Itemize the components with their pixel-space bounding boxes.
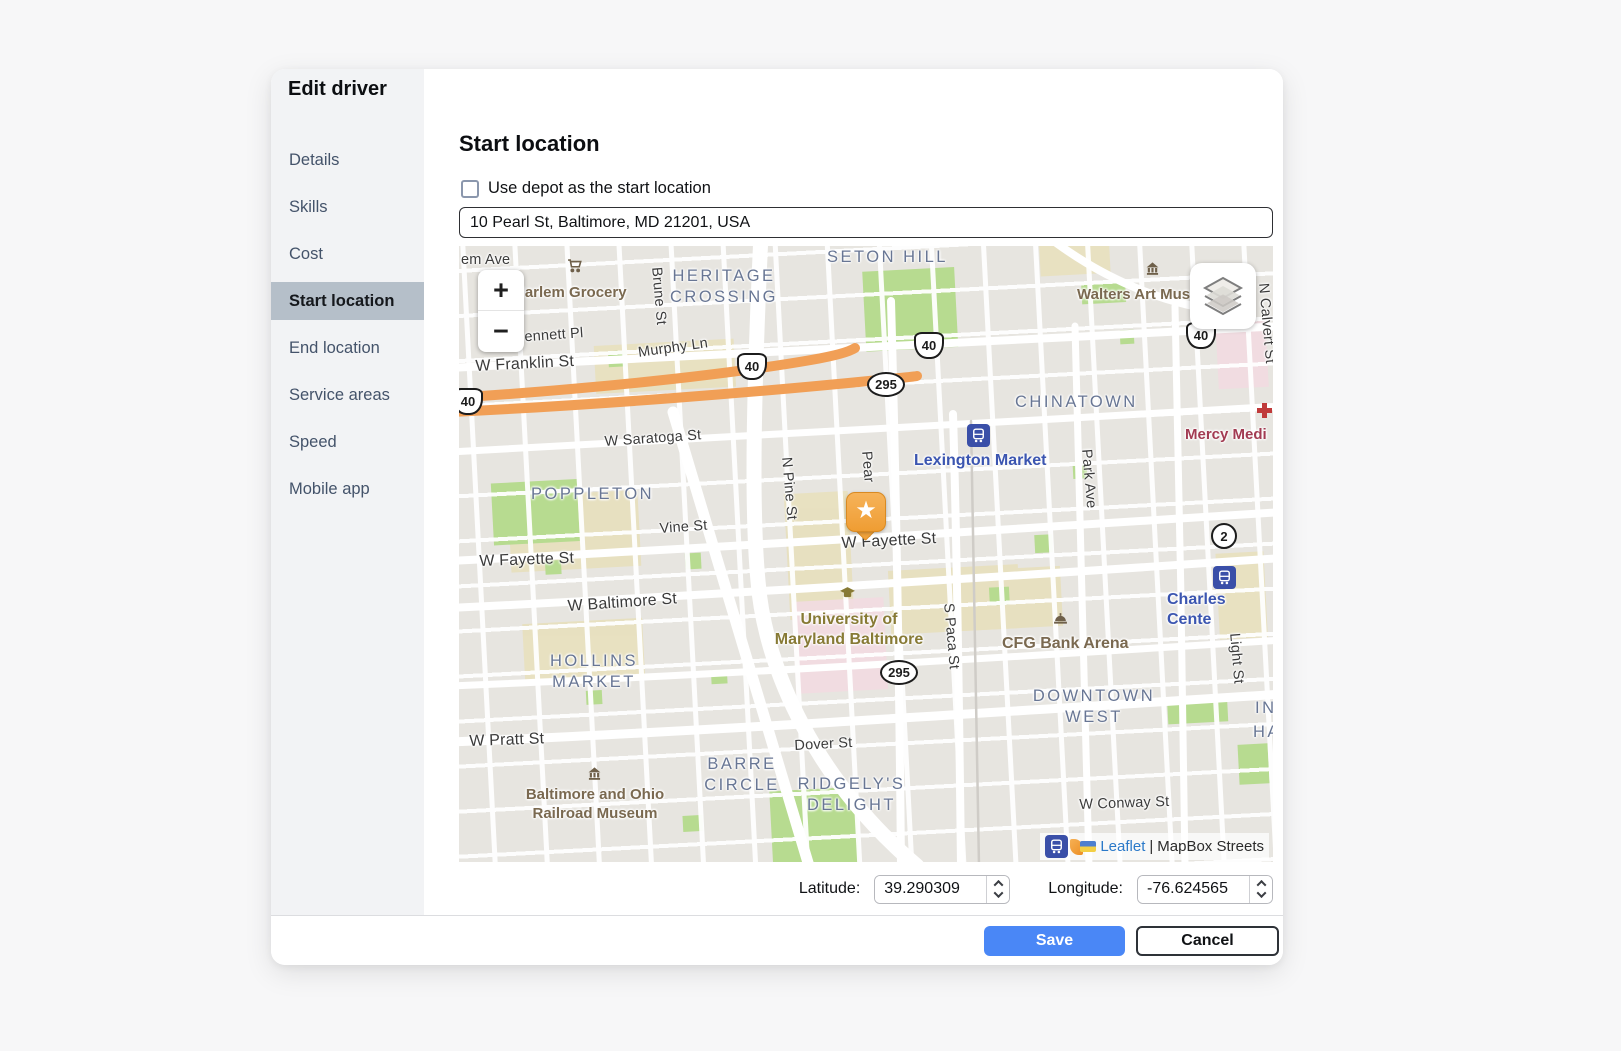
sidebar-item-end-location[interactable]: End location xyxy=(271,329,424,367)
page-title: Start location xyxy=(459,131,600,157)
route-shield-2: 2 xyxy=(1211,523,1237,549)
zoom-out-button[interactable]: − xyxy=(478,311,524,352)
sidebar-item-cost[interactable]: Cost xyxy=(271,235,424,273)
neighborhood-label: BARRE CIRCLE xyxy=(697,754,787,795)
layers-icon xyxy=(1201,274,1245,318)
route-shield-us40: 40 xyxy=(914,332,944,359)
university-icon xyxy=(839,586,856,605)
attribution-provider: MapBox Streets xyxy=(1157,838,1264,855)
use-depot-label: Use depot as the start location xyxy=(488,179,711,198)
neighborhood-label: DOWNTOWN WEST xyxy=(1029,686,1159,727)
map[interactable]: em Ave Bennett Pl Murphy Ln W Franklin S… xyxy=(459,246,1273,862)
poi-label: Harlem Grocery xyxy=(514,284,627,303)
street-label: Pear xyxy=(857,450,878,483)
leaflet-link[interactable]: Leaflet xyxy=(1100,838,1145,855)
route-shield-295: 295 xyxy=(867,372,905,397)
zoom-control: + − xyxy=(478,270,524,352)
longitude-input[interactable] xyxy=(1138,876,1249,903)
street-label: Vine St xyxy=(659,517,708,538)
chevron-down-icon xyxy=(993,888,1003,898)
poi-label: Baltimore and Ohio Railroad Museum xyxy=(517,786,673,824)
dialog-footer: Save Cancel xyxy=(271,917,1283,965)
museum-icon xyxy=(1145,261,1160,281)
sidebar-item-speed[interactable]: Speed xyxy=(271,423,424,461)
poi-label: University of Maryland Baltimore xyxy=(769,610,929,650)
attribution-separator: | xyxy=(1149,838,1153,855)
neighborhood-label: POPPLETON xyxy=(531,484,654,505)
save-button[interactable]: Save xyxy=(984,926,1125,956)
chevron-down-icon xyxy=(1256,888,1266,898)
transit-station-icon xyxy=(1213,566,1236,589)
longitude-stepper[interactable] xyxy=(1249,876,1272,903)
street-label: em Ave xyxy=(461,251,510,269)
poi-label: Lexington Market xyxy=(914,451,1046,471)
longitude-label: Longitude: xyxy=(1048,880,1123,898)
map-attribution: Leaflet | MapBox Streets xyxy=(1040,833,1269,860)
use-depot-checkbox[interactable] xyxy=(461,180,479,198)
street-label: W Pratt St xyxy=(469,729,545,752)
longitude-field xyxy=(1137,875,1273,904)
neighborhood-label: HA xyxy=(1253,722,1273,743)
street-label: Dover St xyxy=(794,734,853,755)
sidebar-item-start-location[interactable]: Start location xyxy=(271,282,424,320)
sidebar-item-service-areas[interactable]: Service areas xyxy=(271,376,424,414)
ukraine-flag-icon xyxy=(1080,841,1096,852)
coordinates-row: Latitude: Longitude: xyxy=(799,874,1273,904)
street-label: W Conway St xyxy=(1079,793,1170,814)
neighborhood-label: SETON HILL xyxy=(827,247,948,268)
neighborhood-label: RIDGELY'S DELIGHT xyxy=(789,774,914,815)
poi-label: Walters Art Mus xyxy=(1077,286,1190,305)
latitude-label: Latitude: xyxy=(799,880,860,898)
route-shield-us40: 40 xyxy=(737,353,767,380)
footer-divider xyxy=(271,915,1283,916)
poi-label: CFG Bank Arena xyxy=(1002,634,1129,654)
cancel-button[interactable]: Cancel xyxy=(1136,926,1279,956)
sidebar-item-mobile-app[interactable]: Mobile app xyxy=(271,470,424,508)
latitude-input[interactable] xyxy=(875,876,986,903)
sidebar-nav: Details Skills Cost Start location End l… xyxy=(271,141,424,517)
layers-control[interactable] xyxy=(1190,263,1256,329)
poi-label: Charles Cente xyxy=(1167,590,1273,630)
latitude-stepper[interactable] xyxy=(986,876,1009,903)
transit-station-icon xyxy=(967,424,990,447)
grocery-cart-icon xyxy=(567,259,582,278)
edit-driver-dialog: Edit driver Details Skills Cost Start lo… xyxy=(271,69,1283,965)
route-shield-295: 295 xyxy=(880,660,918,685)
start-address-input[interactable] xyxy=(459,207,1273,238)
street-label: W Fayette St xyxy=(479,549,575,572)
neighborhood-label: HERITAGE CROSSING xyxy=(659,266,789,307)
start-location-panel: Start location Use depot as the start lo… xyxy=(424,69,1283,916)
neighborhood-label: IN xyxy=(1255,698,1273,719)
start-location-marker[interactable]: ★ xyxy=(846,492,886,532)
transit-station-icon xyxy=(1045,835,1068,858)
neighborhood-label: CHINATOWN xyxy=(1015,392,1138,413)
sidebar-item-details[interactable]: Details xyxy=(271,141,424,179)
sidebar-item-skills[interactable]: Skills xyxy=(271,188,424,226)
latitude-field xyxy=(874,875,1010,904)
neighborhood-label: HOLLINS MARKET xyxy=(539,651,649,692)
star-icon: ★ xyxy=(855,499,877,523)
museum-icon xyxy=(587,766,602,786)
sidebar: Edit driver Details Skills Cost Start lo… xyxy=(271,69,424,916)
zoom-in-button[interactable]: + xyxy=(478,270,524,311)
arena-icon xyxy=(1053,612,1068,630)
poi-label: Mercy Medi xyxy=(1185,426,1267,445)
dialog-title: Edit driver xyxy=(288,78,387,101)
